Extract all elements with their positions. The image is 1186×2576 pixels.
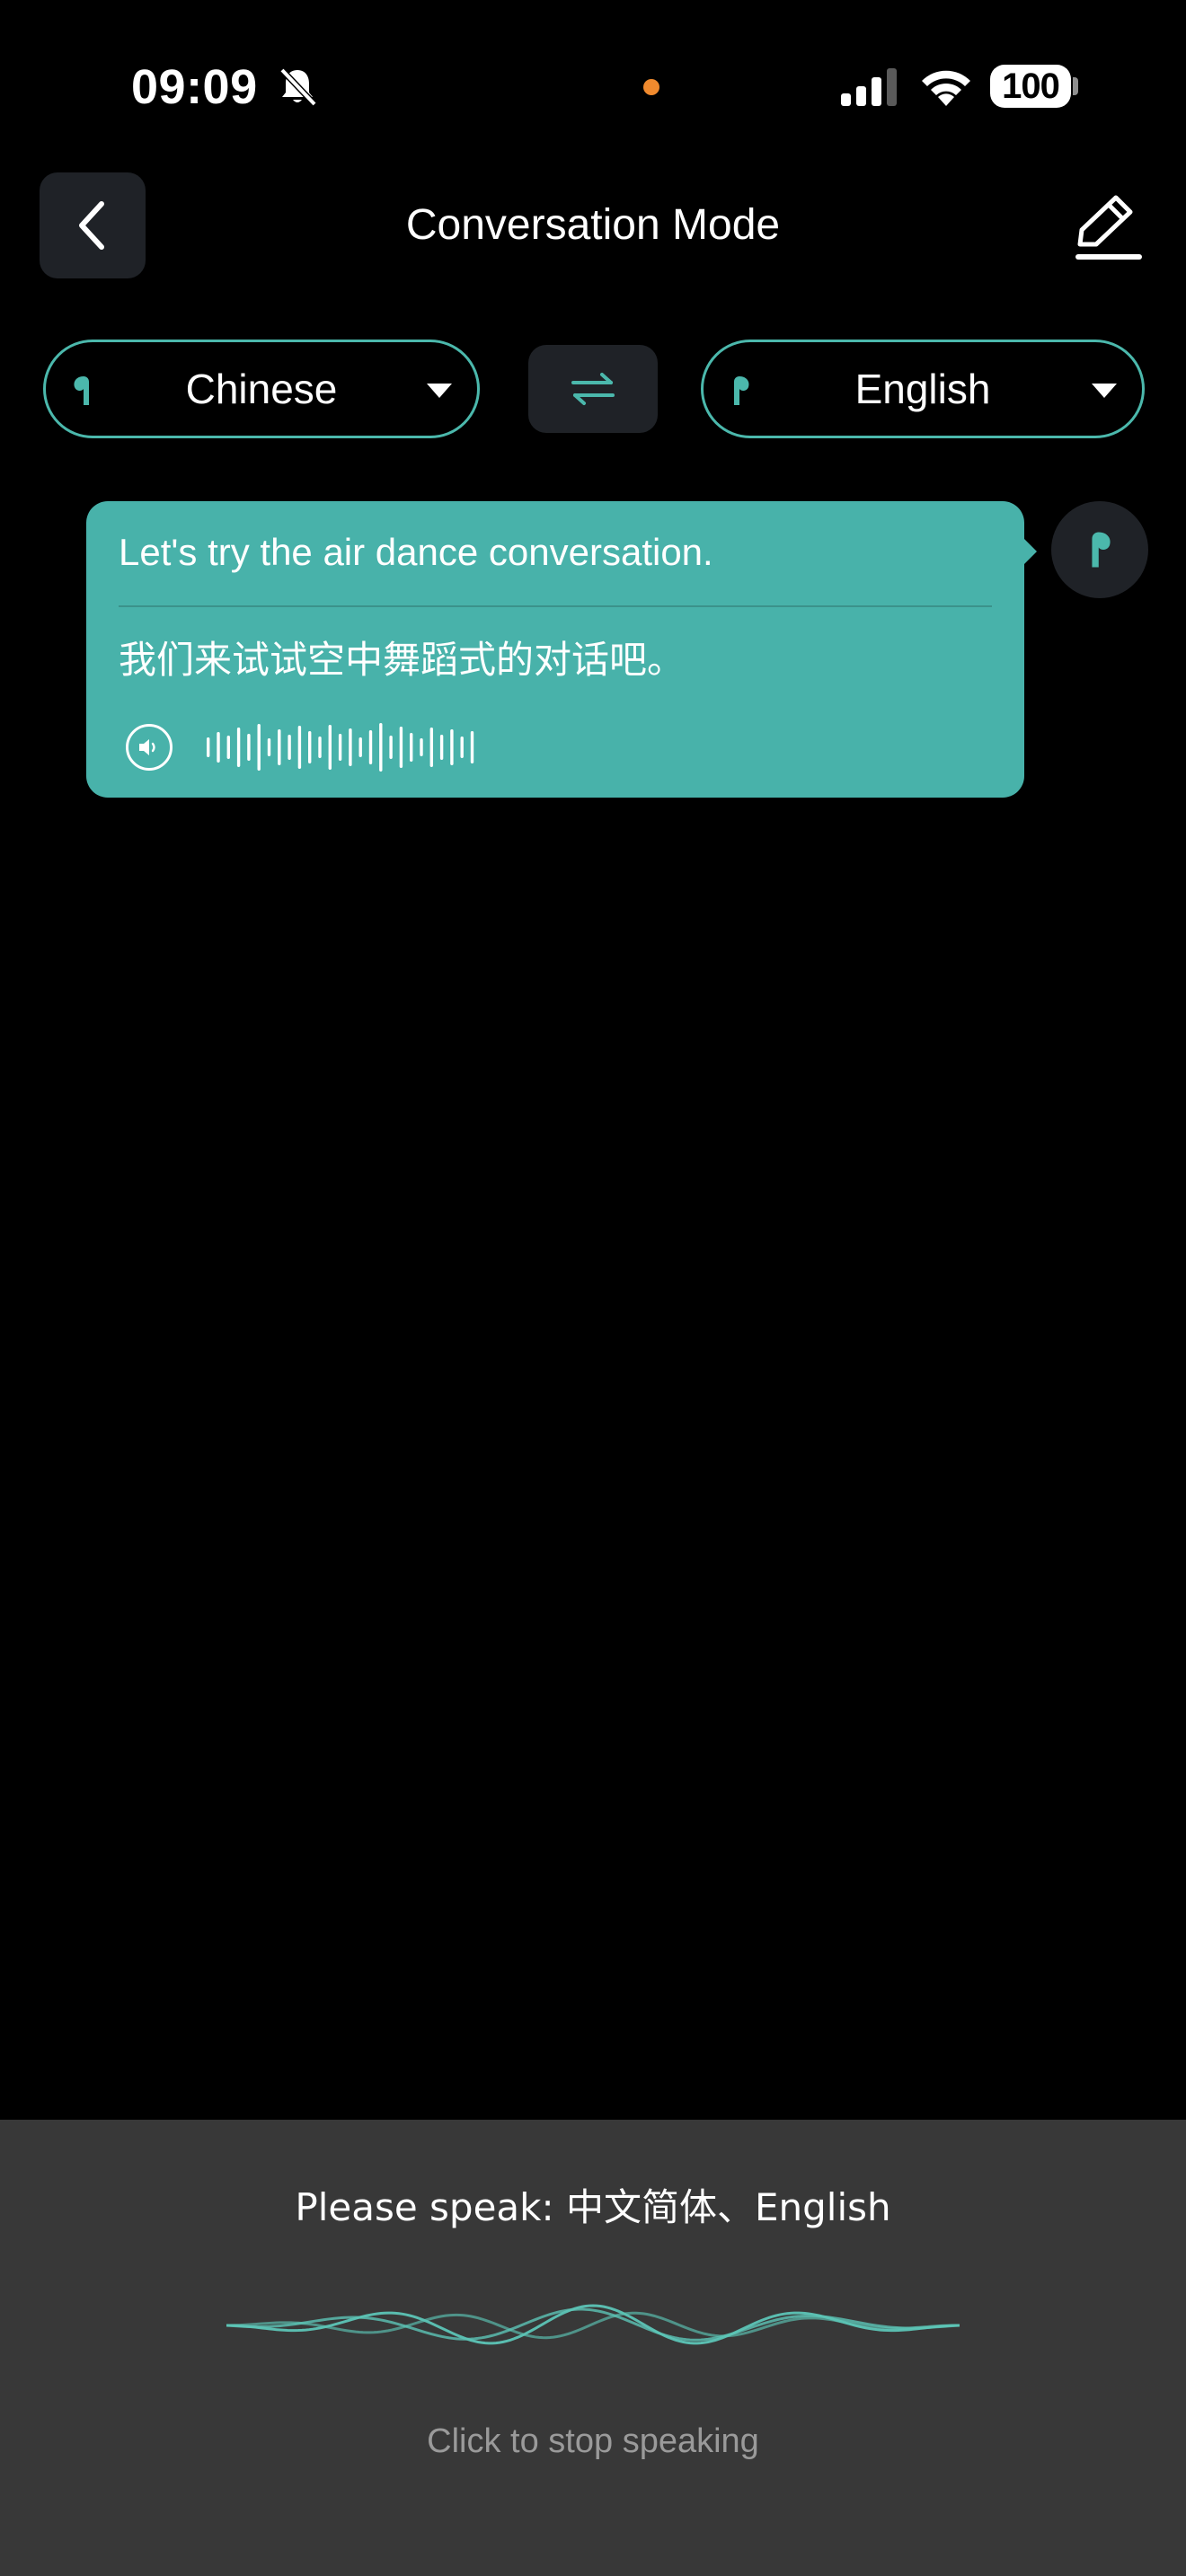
message-translation-text: 我们来试试空中舞蹈式的对话吧。: [119, 638, 686, 682]
waveform-bar: [368, 730, 373, 764]
waveform-bar: [450, 729, 454, 765]
waveform-bar: [288, 735, 291, 760]
waveform-bar: [328, 725, 332, 770]
speaker-icon: [139, 739, 155, 755]
waveform-bar: [297, 726, 302, 769]
back-button[interactable]: [40, 172, 146, 278]
waveform-bar: [308, 731, 312, 763]
waveform-bar: [338, 734, 342, 761]
waveform-bar: [389, 736, 393, 759]
chevron-down-icon: [1092, 384, 1117, 398]
waveform-bar: [399, 727, 403, 768]
battery-indicator: 100: [990, 65, 1071, 108]
speak-prompt: Please speak: 中文简体、English: [295, 2185, 891, 2229]
status-time: 09:09: [131, 60, 258, 114]
waveform-bar: [207, 737, 210, 757]
message-divider: [119, 605, 992, 607]
chevron-down-icon: [427, 384, 452, 398]
audio-waveform: [207, 723, 474, 772]
message-bubble-tail: [1022, 537, 1037, 566]
recording-indicator-dot: [643, 79, 659, 95]
battery-tip: [1073, 77, 1078, 95]
waveform-bar: [420, 738, 423, 756]
waveform-bar: [318, 737, 322, 758]
waveform-bar: [429, 728, 433, 767]
earbud-left-icon: [74, 376, 89, 405]
speaker-avatar: [1051, 501, 1148, 598]
pencil-icon[interactable]: [1067, 192, 1152, 264]
waveform-bar: [257, 724, 261, 771]
target-language-label: English: [854, 366, 991, 412]
target-language-selector[interactable]: English: [701, 340, 1145, 438]
wifi-icon: [922, 70, 970, 106]
waveform-bar: [379, 723, 383, 772]
cellular-signal-icon: [841, 68, 897, 106]
source-language-selector[interactable]: Chinese: [43, 340, 480, 438]
message-source-text: Let's try the air dance conversation.: [119, 531, 713, 573]
earbud-right-icon: [734, 376, 749, 405]
voice-input-wave: [226, 2304, 960, 2345]
waveform-bar: [267, 738, 271, 756]
bell-slash-icon: [279, 67, 317, 107]
waveform-bar: [439, 735, 444, 760]
waveform-bar: [278, 729, 281, 765]
waveform-bar: [410, 733, 413, 762]
waveform-bar: [226, 736, 230, 759]
source-language-label: Chinese: [185, 366, 338, 412]
play-audio-button[interactable]: [126, 724, 173, 771]
earbud-right-icon: [1092, 532, 1111, 568]
waveform-bar: [236, 728, 241, 767]
waveform-bar: [358, 737, 362, 757]
page-title: Conversation Mode: [405, 201, 781, 249]
waveform-bar: [460, 737, 464, 758]
battery-level: 100: [1002, 66, 1060, 106]
stop-speaking-button[interactable]: Click to stop speaking: [0, 2416, 1186, 2466]
waveform-bar: [217, 732, 220, 763]
swap-languages-button[interactable]: [528, 345, 658, 433]
waveform-bar: [349, 728, 352, 766]
waveform-bar: [247, 734, 251, 761]
swap-arrows-icon: [571, 373, 615, 405]
waveform-bar: [470, 731, 474, 763]
chevron-left-icon: [79, 201, 104, 250]
